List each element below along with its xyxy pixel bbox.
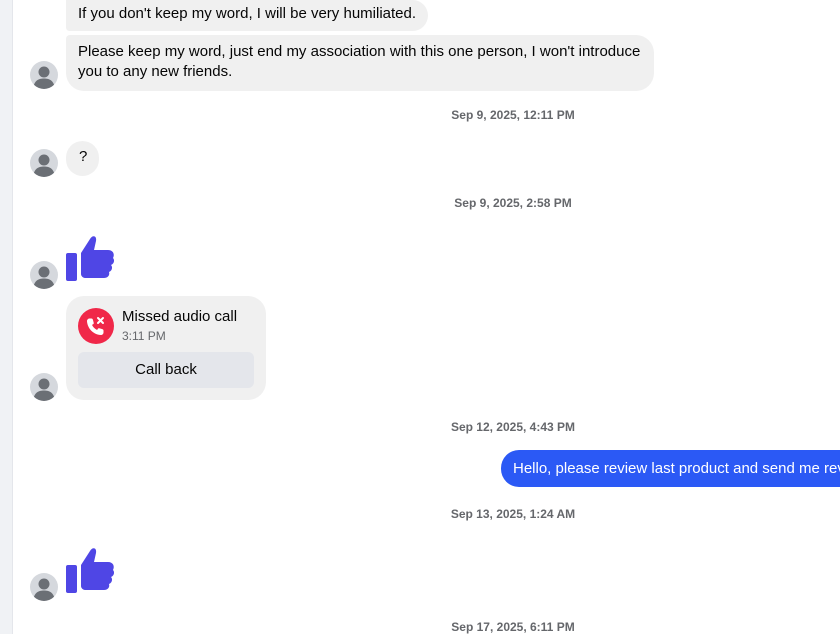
message-text: Please keep my word, just end my associa…	[78, 43, 641, 80]
avatar[interactable]	[30, 149, 58, 177]
incoming-message[interactable]: ?	[66, 141, 100, 176]
timestamp: Sep 12, 2025, 4:43 PM	[450, 420, 576, 434]
default-avatar-icon	[33, 266, 55, 289]
missed-call-icon	[78, 308, 114, 344]
avatar[interactable]	[30, 61, 58, 89]
thumbs-up-icon[interactable]	[64, 543, 116, 595]
call-time: 3:11 PM	[122, 329, 166, 343]
left-rail	[0, 0, 13, 634]
timestamp: Sep 9, 2025, 2:58 PM	[454, 196, 572, 210]
call-back-button[interactable]: Call back	[78, 352, 254, 388]
avatar[interactable]	[30, 573, 58, 601]
default-avatar-icon	[33, 66, 55, 89]
message-text: If you don't keep my word, I will be ver…	[78, 5, 417, 22]
incoming-message[interactable]: If you don't keep my word, I will be ver…	[66, 0, 429, 31]
timestamp: Sep 13, 2025, 1:24 AM	[450, 507, 576, 521]
call-title: Missed audio call	[122, 308, 238, 325]
message-text: Hello, please review last product and se…	[513, 460, 840, 477]
message-text: ?	[79, 148, 88, 165]
incoming-message[interactable]: Please keep my word, just end my associa…	[66, 35, 654, 91]
default-avatar-icon	[33, 578, 55, 601]
timestamp: Sep 17, 2025, 6:11 PM	[451, 620, 575, 634]
avatar[interactable]	[30, 261, 58, 289]
default-avatar-icon	[33, 378, 55, 401]
thumbs-up-icon[interactable]	[64, 231, 116, 283]
default-avatar-icon	[33, 154, 55, 177]
outgoing-message[interactable]: Hello, please review last product and se…	[501, 450, 840, 487]
missed-call-card: Missed audio call 3:11 PM Call back	[66, 296, 266, 400]
avatar[interactable]	[30, 373, 58, 401]
timestamp: Sep 9, 2025, 12:11 PM	[451, 108, 575, 122]
